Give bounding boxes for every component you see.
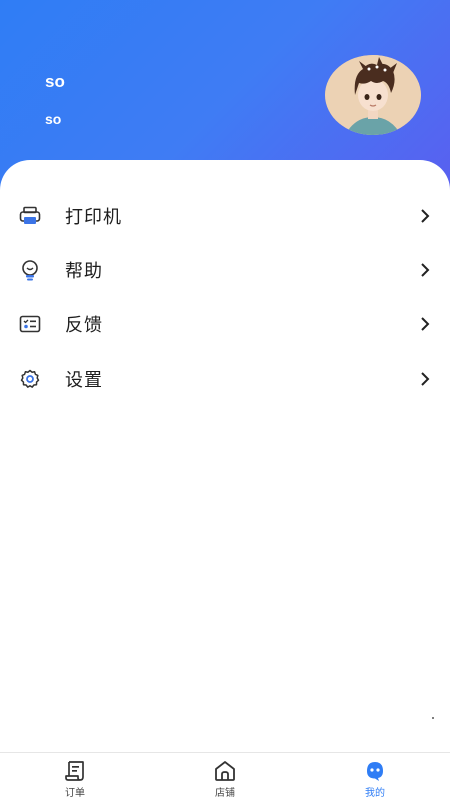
menu-item-settings[interactable]: 设置 — [0, 352, 450, 406]
profile-face-icon — [363, 759, 387, 783]
lightbulb-icon — [18, 258, 42, 282]
tab-orders[interactable]: 订单 — [35, 753, 115, 800]
tab-label: 订单 — [65, 788, 85, 799]
menu-item-help[interactable]: 帮助 — [0, 243, 450, 297]
menu-item-feedback[interactable]: 反馈 — [0, 297, 450, 351]
gear-icon — [18, 367, 42, 391]
bottom-tab-bar: 订单 店铺 我的 — [0, 752, 450, 800]
tab-profile[interactable]: 我的 — [335, 753, 415, 800]
chevron-right-icon — [418, 263, 432, 277]
avatar-portrait-icon — [325, 55, 421, 135]
user-id: so — [45, 111, 62, 127]
tab-label: 店铺 — [215, 788, 235, 799]
menu-item-label: 反馈 — [65, 315, 103, 336]
menu-card: 打印机 帮助 反馈 设置 — [0, 160, 450, 752]
avatar[interactable] — [325, 55, 421, 135]
chevron-right-icon — [418, 209, 432, 223]
tab-label: 我的 — [365, 788, 385, 799]
menu-item-label: 设置 — [65, 370, 103, 391]
menu-item-label: 打印机 — [65, 207, 122, 228]
chevron-right-icon — [418, 372, 432, 386]
stray-dot — [432, 717, 434, 719]
tab-store[interactable]: 店铺 — [185, 753, 265, 800]
user-name: so — [45, 72, 65, 91]
feedback-card-icon — [18, 312, 42, 336]
store-home-icon — [213, 759, 237, 783]
menu-item-printer[interactable]: 打印机 — [0, 189, 450, 243]
menu-item-label: 帮助 — [65, 261, 103, 282]
order-scroll-icon — [63, 759, 87, 783]
printer-icon — [18, 204, 42, 228]
chevron-right-icon — [418, 317, 432, 331]
